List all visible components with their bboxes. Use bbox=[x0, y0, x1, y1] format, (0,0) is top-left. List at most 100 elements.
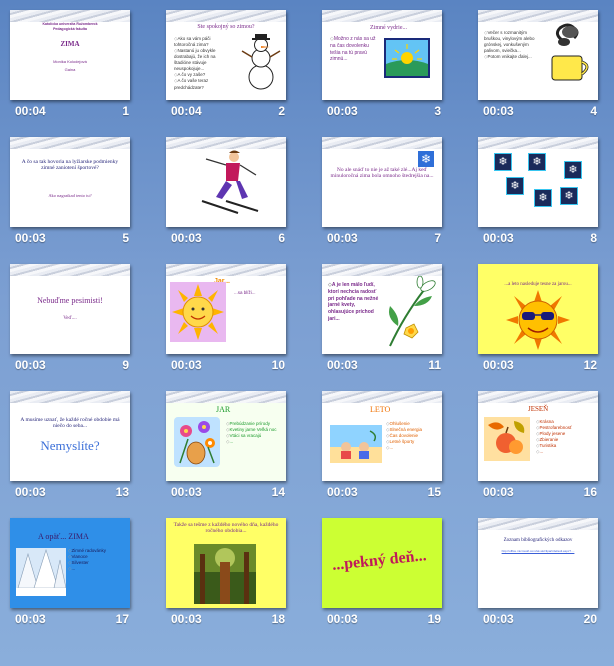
slide-2-bullet: Ako sa vám páči tohtoročná zima? bbox=[174, 36, 232, 48]
slide-3-timing: 00:03 bbox=[327, 104, 358, 118]
slide-4-bullet: Večer s rozmanitým bruškou, vinylovým al… bbox=[484, 30, 542, 54]
slide-5-heading: A čo sa tak hovoria na lyžiarske podmien… bbox=[21, 159, 119, 172]
slide-13-number: 13 bbox=[115, 485, 129, 499]
slide-8-preview[interactable]: ❄ ❄ ❄ ❄ ❄ ❄ bbox=[478, 137, 598, 227]
slide-thumbnail-13[interactable]: A musíme uznať, že každé ročné obdobie m… bbox=[1, 381, 130, 501]
slide-5-subheading: Ako nagratkad tento tu? bbox=[48, 193, 92, 198]
slide-sorter-grid: Katolícka univerzita Ružomberok Pedagogi… bbox=[0, 0, 614, 666]
slide-3-title: Zimné vydrie... bbox=[370, 25, 407, 31]
slide-2-title: Ste spokojný so zimou? bbox=[197, 24, 255, 30]
slide-9-title: Nebuďme pesimisti! bbox=[37, 296, 103, 305]
beach-icon bbox=[330, 425, 382, 463]
sun-glasses-icon bbox=[506, 290, 570, 350]
slide-20-timing: 00:03 bbox=[483, 612, 514, 626]
slide-9-preview[interactable]: Nebuďme pesimisti! Veď.... bbox=[10, 264, 130, 354]
slide-9-number: 9 bbox=[122, 358, 129, 372]
slide-20-number: 20 bbox=[583, 612, 597, 626]
slide-1-university: Katolícka univerzita Ružomberok bbox=[42, 22, 98, 26]
slide-2-number: 2 bbox=[278, 104, 285, 118]
slide-thumbnail-17[interactable]: A opäť... ZIMA Zimné radovánky Vianoce S… bbox=[1, 508, 130, 628]
slide-1-title: ZIMA bbox=[60, 40, 80, 48]
slide-20-link: http://office.microsoft.com/sk-sk/clipar… bbox=[501, 549, 575, 553]
snowman-icon bbox=[241, 34, 281, 90]
slide-1-author: Monika Kolodejová bbox=[53, 59, 87, 64]
slide-19-number: 19 bbox=[427, 612, 441, 626]
slide-1-faculty: Pedagogická fakulta bbox=[53, 27, 87, 31]
slide-3-preview[interactable]: Zimné vydrie... Možno z nás sa už na čas… bbox=[322, 10, 442, 100]
slide-7-text: No ale snáď to nie je až také zlé...Aj k… bbox=[330, 167, 434, 180]
slide-9-subtitle: Veď.... bbox=[63, 316, 77, 321]
slide-17-number: 17 bbox=[115, 612, 129, 626]
slide-10-preview[interactable]: Jar... ...sa blíži... bbox=[166, 264, 286, 354]
slide-15-preview[interactable]: LETO Ohlušenie Slnečná energia Čas dovol… bbox=[322, 391, 442, 481]
slide-15-timing: 00:03 bbox=[327, 485, 358, 499]
slide-7-number: 7 bbox=[434, 231, 441, 245]
slide-thumbnail-4[interactable]: Večer s rozmanitým bruškou, vinylovým al… bbox=[469, 0, 598, 120]
slide-4-preview[interactable]: Večer s rozmanitým bruškou, vinylovým al… bbox=[478, 10, 598, 100]
slide-2-bullet: Nastanú ju obvykle dostrabajú, že ich na… bbox=[174, 48, 232, 72]
slide-thumbnail-19[interactable]: ...pekný deň... 00:03 19 bbox=[313, 508, 442, 628]
forest-icon bbox=[194, 544, 256, 604]
slide-11-preview[interactable]: A je len málo ľudí, ktorí nechcia radosť… bbox=[322, 264, 442, 354]
slide-thumbnail-3[interactable]: Zimné vydrie... Možno z nás sa už na čas… bbox=[313, 0, 442, 120]
slide-thumbnail-11[interactable]: A je len málo ľudí, ktorí nechcia radosť… bbox=[313, 254, 442, 374]
slide-thumbnail-18[interactable]: Takže sa tešme z každého nového dňa, kaž… bbox=[157, 508, 286, 628]
slide-thumbnail-7[interactable]: No ale snáď to nie je až také zlé...Aj k… bbox=[313, 127, 442, 247]
slide-13-text: A musíme uznať, že každé ročné obdobie m… bbox=[20, 417, 120, 430]
slide-14-timing: 00:03 bbox=[171, 485, 202, 499]
slide-17-bullet: ... bbox=[68, 566, 128, 572]
slide-thumbnail-16[interactable]: JESEŇ Krásna Pestrofarebnosť Plody jesen… bbox=[469, 381, 598, 501]
slide-15-number: 15 bbox=[427, 485, 441, 499]
snowy-trees-icon bbox=[16, 548, 66, 596]
flowers-icon bbox=[174, 417, 220, 467]
slide-16-title: JESEŇ bbox=[528, 405, 549, 413]
slide-12-title: ...a leto nasleduje tesne za jarou... bbox=[504, 282, 572, 287]
snowflake-icon: ❄ bbox=[418, 151, 434, 167]
slide-thumbnail-20[interactable]: Zoznam bibliografických odkazov http://o… bbox=[469, 508, 598, 628]
slide-thumbnail-12[interactable]: ...a leto nasleduje tesne za jarou... 00… bbox=[469, 254, 598, 374]
slide-4-number: 4 bbox=[590, 104, 597, 118]
slide-16-preview[interactable]: JESEŇ Krásna Pestrofarebnosť Plody jesen… bbox=[478, 391, 598, 481]
tea-cup-icon bbox=[551, 23, 589, 81]
slide-thumbnail-1[interactable]: Katolícka univerzita Ružomberok Pedagogi… bbox=[1, 0, 130, 120]
slide-7-preview[interactable]: No ale snáď to nie je až také zlé...Aj k… bbox=[322, 137, 442, 227]
slide-thumbnail-6[interactable]: 00:03 6 bbox=[157, 127, 286, 247]
slide-5-preview[interactable]: A čo sa tak hovoria na lyžiarske podmien… bbox=[10, 137, 130, 227]
slide-12-preview[interactable]: ...a leto nasleduje tesne za jarou... bbox=[478, 264, 598, 354]
slide-20-title: Zoznam bibliografických odkazov bbox=[503, 538, 573, 543]
slide-5-timing: 00:03 bbox=[15, 231, 46, 245]
slide-thumbnail-8[interactable]: ❄ ❄ ❄ ❄ ❄ ❄ 00:03 8 bbox=[469, 127, 598, 247]
slide-14-title: JAR bbox=[216, 405, 231, 414]
slide-7-timing: 00:03 bbox=[327, 231, 358, 245]
slide-20-preview[interactable]: Zoznam bibliografických odkazov http://o… bbox=[478, 518, 598, 608]
slide-19-preview[interactable]: ...pekný deň... bbox=[322, 518, 442, 608]
slide-18-preview[interactable]: Takže sa tešme z každého nového dňa, kaž… bbox=[166, 518, 286, 608]
slide-6-preview[interactable] bbox=[166, 137, 286, 227]
slide-13-timing: 00:03 bbox=[15, 485, 46, 499]
slide-10-subtitle: ...sa blíži... bbox=[234, 290, 256, 295]
slide-15-title: LETO bbox=[370, 405, 391, 414]
slide-5-number: 5 bbox=[122, 231, 129, 245]
slide-17-timing: 00:03 bbox=[15, 612, 46, 626]
slide-11-timing: 00:03 bbox=[327, 358, 358, 372]
slide-17-preview[interactable]: A opäť... ZIMA Zimné radovánky Vianoce S… bbox=[10, 518, 130, 608]
slide-thumbnail-9[interactable]: Nebuďme pesimisti! Veď.... 00:03 9 bbox=[1, 254, 130, 374]
slide-1-preview[interactable]: Katolícka univerzita Ružomberok Pedagogi… bbox=[10, 10, 130, 100]
slide-thumbnail-10[interactable]: Jar... ...sa blíži... 00:03 10 bbox=[157, 254, 286, 374]
slide-13-preview[interactable]: A musíme uznať, že každé ročné obdobie m… bbox=[10, 391, 130, 481]
slide-18-number: 18 bbox=[271, 612, 285, 626]
slide-6-number: 6 bbox=[278, 231, 285, 245]
slide-thumbnail-5[interactable]: A čo sa tak hovoria na lyžiarske podmien… bbox=[1, 127, 130, 247]
slide-2-timing: 00:04 bbox=[171, 104, 202, 118]
slide-thumbnail-2[interactable]: Ste spokojný so zimou? Ako sa vám páči t… bbox=[157, 0, 286, 120]
slide-18-text: Takže sa tešme z každého nového dňa, kaž… bbox=[173, 522, 279, 535]
slide-14-preview[interactable]: JAR Prebúdzanie prírody Kvetiny jarne Ve… bbox=[166, 391, 286, 481]
slide-thumbnail-15[interactable]: LETO Ohlušenie Slnečná energia Čas dovol… bbox=[313, 381, 442, 501]
slide-2-preview[interactable]: Ste spokojný so zimou? Ako sa vám páči t… bbox=[166, 10, 286, 100]
winter-sun-icon bbox=[384, 38, 430, 78]
slide-18-timing: 00:03 bbox=[171, 612, 202, 626]
slide-1-timing: 00:04 bbox=[15, 104, 46, 118]
slide-8-number: 8 bbox=[590, 231, 597, 245]
slide-thumbnail-14[interactable]: JAR Prebúdzanie prírody Kvetiny jarne Ve… bbox=[157, 381, 286, 501]
slide-17-title: A opäť... ZIMA bbox=[38, 532, 89, 541]
